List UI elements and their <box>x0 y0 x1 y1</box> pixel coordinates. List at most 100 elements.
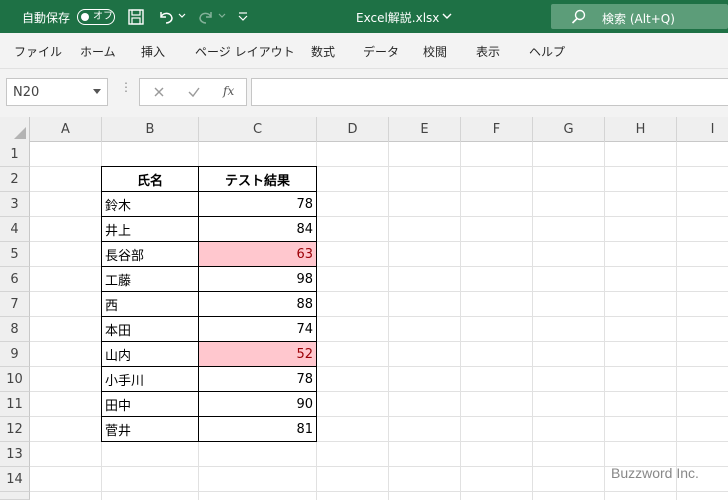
name-cell[interactable]: 本田 <box>101 316 199 342</box>
document-title[interactable]: Excel解説.xlsx <box>356 9 439 26</box>
name-box-value: N20 <box>13 85 40 100</box>
score-cell-highlighted[interactable]: 63 <box>198 241 317 267</box>
autosave-label: 自動保存 <box>22 11 71 25</box>
tab-data[interactable]: データ <box>363 43 399 60</box>
column-header-f[interactable]: F <box>461 117 533 142</box>
tab-view[interactable]: 表示 <box>476 43 500 60</box>
gridline <box>388 142 389 500</box>
table-row: 井上 84 <box>101 216 317 242</box>
tab-formulas[interactable]: 数式 <box>311 43 335 60</box>
toggle-knob <box>81 12 89 21</box>
save-icon[interactable] <box>127 8 145 26</box>
chevron-down-icon[interactable] <box>441 10 453 22</box>
score-cell[interactable]: 78 <box>198 191 317 217</box>
name-cell[interactable]: 山内 <box>101 341 199 367</box>
search-box[interactable]: 検索 (Alt+Q) <box>551 4 728 29</box>
name-cell[interactable]: 井上 <box>101 216 199 242</box>
row-header-7[interactable]: 7 <box>0 292 30 317</box>
column-header-g[interactable]: G <box>533 117 605 142</box>
row-header-4[interactable]: 4 <box>0 217 30 242</box>
tab-insert[interactable]: 挿入 <box>141 43 165 60</box>
redo-icon[interactable] <box>197 8 215 26</box>
score-cell-highlighted[interactable]: 52 <box>198 341 317 367</box>
table-row: 鈴木 78 <box>101 191 317 217</box>
tab-page-layout[interactable]: ページ レイアウト <box>195 43 295 60</box>
insert-function-button[interactable]: fx <box>223 84 234 98</box>
score-cell[interactable]: 74 <box>198 316 317 342</box>
column-header-b[interactable]: B <box>102 117 199 142</box>
name-cell[interactable]: 工藤 <box>101 266 199 292</box>
column-header-i[interactable]: I <box>677 117 728 142</box>
tab-help[interactable]: ヘルプ <box>529 43 565 60</box>
gridline <box>604 142 605 500</box>
name-cell[interactable]: 田中 <box>101 391 199 417</box>
score-cell[interactable]: 98 <box>198 266 317 292</box>
row-header-10[interactable]: 10 <box>0 367 30 392</box>
name-box[interactable]: N20 <box>6 78 108 106</box>
name-cell[interactable]: 小手川 <box>101 366 199 392</box>
row-header-8[interactable]: 8 <box>0 317 30 342</box>
column-header-c[interactable]: C <box>199 117 317 142</box>
formula-bar-grip-icon[interactable]: ⋮ <box>120 81 132 93</box>
select-all-triangle-icon <box>14 127 26 139</box>
row-header-1[interactable]: 1 <box>0 142 30 167</box>
table-header-row: 氏名 テスト結果 <box>101 166 317 192</box>
table-row: 西 88 <box>101 291 317 317</box>
row-header-2[interactable]: 2 <box>0 167 30 192</box>
watermark: Buzzword Inc. <box>611 465 699 481</box>
undo-dropdown-icon[interactable] <box>178 11 186 21</box>
column-header-e[interactable]: E <box>389 117 461 142</box>
header-cell-name[interactable]: 氏名 <box>101 166 199 192</box>
column-header-a[interactable]: A <box>30 117 102 142</box>
score-cell[interactable]: 84 <box>198 216 317 242</box>
score-cell[interactable]: 78 <box>198 366 317 392</box>
autosave-toggle[interactable]: オフ <box>77 9 115 25</box>
undo-icon[interactable] <box>157 8 175 26</box>
name-cell[interactable]: 長谷部 <box>101 241 199 267</box>
row-header-13[interactable]: 13 <box>0 442 30 467</box>
table-row: 本田 74 <box>101 316 317 342</box>
score-cell[interactable]: 90 <box>198 391 317 417</box>
name-cell[interactable]: 西 <box>101 291 199 317</box>
name-box-dropdown-icon[interactable] <box>93 89 101 95</box>
table-row: 田中 90 <box>101 391 317 417</box>
formula-input[interactable] <box>251 78 728 106</box>
cancel-icon[interactable] <box>152 85 166 99</box>
row-header-9[interactable]: 9 <box>0 342 30 367</box>
score-cell[interactable]: 88 <box>198 291 317 317</box>
formula-bar: N20 ⋮ fx <box>0 69 728 117</box>
score-cell[interactable]: 81 <box>198 416 317 442</box>
name-cell[interactable]: 菅井 <box>101 416 199 442</box>
search-icon <box>571 9 586 24</box>
row-header-6[interactable]: 6 <box>0 267 30 292</box>
row-header-5[interactable]: 5 <box>0 242 30 267</box>
column-header-d[interactable]: D <box>317 117 389 142</box>
redo-dropdown-icon[interactable] <box>218 11 226 21</box>
row-header-12[interactable]: 12 <box>0 417 30 442</box>
row-header-3[interactable]: 3 <box>0 192 30 217</box>
tab-file[interactable]: ファイル <box>14 43 62 60</box>
search-placeholder: 検索 (Alt+Q) <box>602 12 675 26</box>
table-row: 菅井 81 <box>101 416 317 442</box>
tab-home[interactable]: ホーム <box>80 43 116 60</box>
title-bar: 自動保存 オフ Excel解説.xlsx 検索 (Alt+Q) <box>0 0 728 33</box>
row-header-14[interactable]: 14 <box>0 467 30 492</box>
score-table: 氏名 テスト結果 鈴木 78 井上 84 長谷部 63 工藤 98 西 88 本… <box>101 166 317 442</box>
gridline <box>460 142 461 500</box>
table-row: 小手川 78 <box>101 366 317 392</box>
name-cell[interactable]: 鈴木 <box>101 191 199 217</box>
gridline <box>30 491 728 492</box>
table-row: 工藤 98 <box>101 266 317 292</box>
table-row: 山内 52 <box>101 341 317 367</box>
column-header-h[interactable]: H <box>605 117 677 142</box>
row-header-11[interactable]: 11 <box>0 392 30 417</box>
row-header-15[interactable] <box>0 492 30 500</box>
customize-quick-access-icon[interactable] <box>237 9 249 23</box>
select-all-button[interactable] <box>0 117 30 142</box>
enter-check-icon[interactable] <box>187 85 201 99</box>
header-cell-score[interactable]: テスト結果 <box>198 166 317 192</box>
ribbon-tabs: ファイル ホーム 挿入 ページ レイアウト 数式 データ 校閲 表示 ヘルプ <box>0 33 728 69</box>
tab-review[interactable]: 校閲 <box>423 43 447 60</box>
gridline <box>676 142 677 500</box>
autosave-toggle-text: オフ <box>93 11 113 22</box>
